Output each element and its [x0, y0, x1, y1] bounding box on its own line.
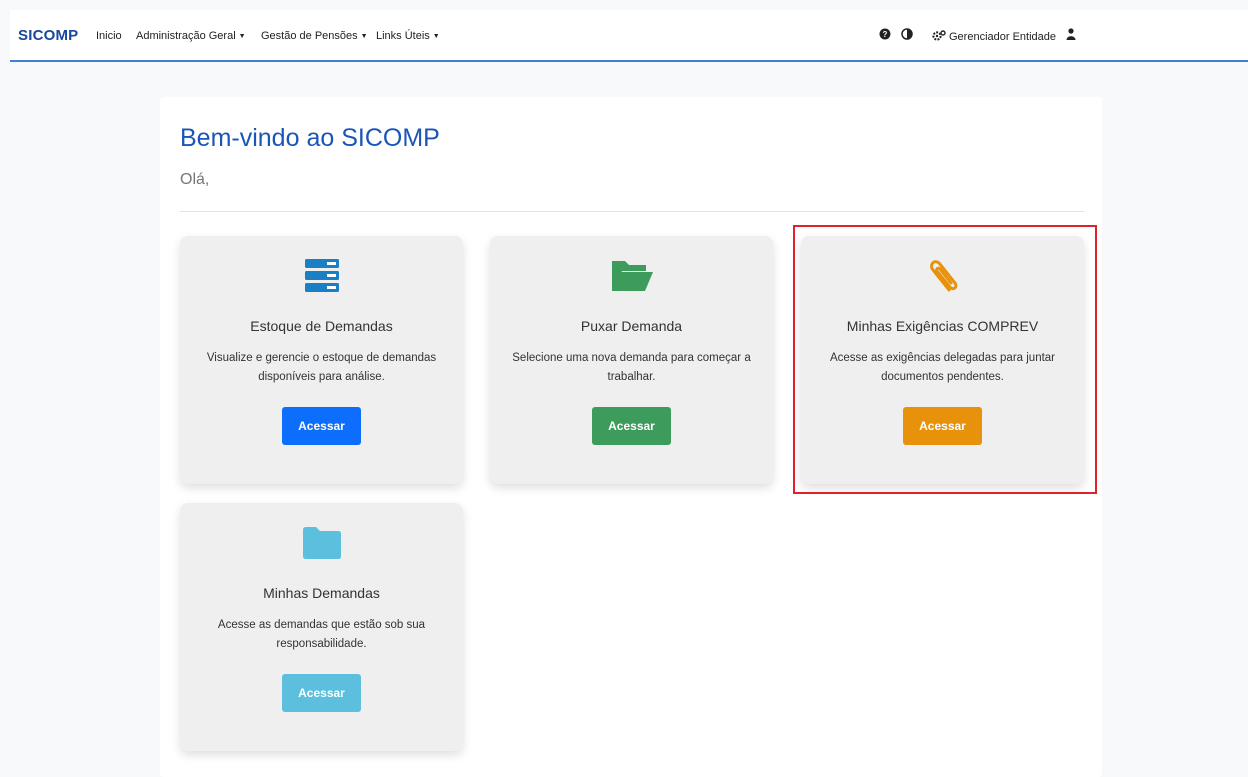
- server-stack-icon: [180, 258, 463, 294]
- card-title: Minhas Demandas: [263, 585, 380, 601]
- contrast-icon[interactable]: [901, 28, 913, 43]
- top-navbar: SICOMP Inicio Administração Geral ▼ Gestã…: [10, 10, 1248, 62]
- folder-open-icon: [490, 258, 773, 294]
- caret-down-icon: ▼: [360, 33, 368, 40]
- page-title: Bem-vindo ao SICOMP: [180, 124, 440, 152]
- brand-logo[interactable]: SICOMP: [18, 27, 78, 44]
- nav-item-label: Gestão de Pensões: [261, 30, 358, 42]
- nav-item-links-uteis[interactable]: Links Úteis ▼: [376, 30, 440, 42]
- paperclip-icon: [801, 258, 1084, 294]
- acessar-exigencias-button[interactable]: Acessar: [903, 407, 982, 445]
- entity-manager-link[interactable]: Gerenciador Entidade: [932, 30, 1056, 43]
- entity-manager-label: Gerenciador Entidade: [949, 31, 1057, 43]
- nav-item-administracao-geral[interactable]: Administração Geral ▼: [136, 30, 246, 42]
- question-circle-icon[interactable]: ?: [879, 28, 891, 43]
- caret-down-icon: ▼: [238, 33, 246, 40]
- card-description: Visualize e gerencie o estoque de demand…: [206, 352, 437, 383]
- user-icon[interactable]: [1066, 28, 1076, 43]
- folder-icon: [180, 525, 463, 561]
- card-title: Estoque de Demandas: [250, 318, 393, 334]
- acessar-minhas-demandas-button[interactable]: Acessar: [282, 674, 361, 712]
- card-minhas-exigencias-comprev: Minhas Exigências COMPREV Acesse as exig…: [801, 236, 1084, 484]
- card-description: Acesse as demandas que estão sob sua res…: [217, 619, 426, 650]
- card-title: Minhas Exigências COMPREV: [846, 318, 1039, 334]
- card-estoque-de-demandas: Estoque de Demandas Visualize e gerencie…: [180, 236, 463, 484]
- nav-item-label: Administração Geral: [136, 30, 236, 42]
- card-title: Puxar Demanda: [580, 318, 683, 334]
- nav-item-label: Links Úteis: [376, 30, 430, 42]
- nav-item-inicio[interactable]: Inicio: [96, 30, 122, 42]
- card-description: Acesse as exigências delegadas para junt…: [829, 352, 1056, 383]
- card-description: Selecione uma nova demanda para começar …: [512, 352, 751, 383]
- caret-down-icon: ▼: [432, 33, 440, 40]
- card-puxar-demanda: Puxar Demanda Selecione uma nova demanda…: [490, 236, 773, 484]
- user-name-field[interactable]: [1090, 24, 1248, 50]
- nav-item-label: Inicio: [96, 30, 122, 42]
- divider: [180, 211, 1084, 212]
- nav-item-gestao-de-pensoes[interactable]: Gestão de Pensões ▼: [261, 30, 368, 42]
- svg-text:?: ?: [883, 30, 888, 39]
- acessar-estoque-button[interactable]: Acessar: [282, 407, 361, 445]
- gears-icon: [932, 30, 946, 41]
- card-minhas-demandas: Minhas Demandas Acesse as demandas que e…: [180, 503, 463, 751]
- greeting-text: Olá,: [180, 171, 210, 188]
- acessar-puxar-button[interactable]: Acessar: [592, 407, 671, 445]
